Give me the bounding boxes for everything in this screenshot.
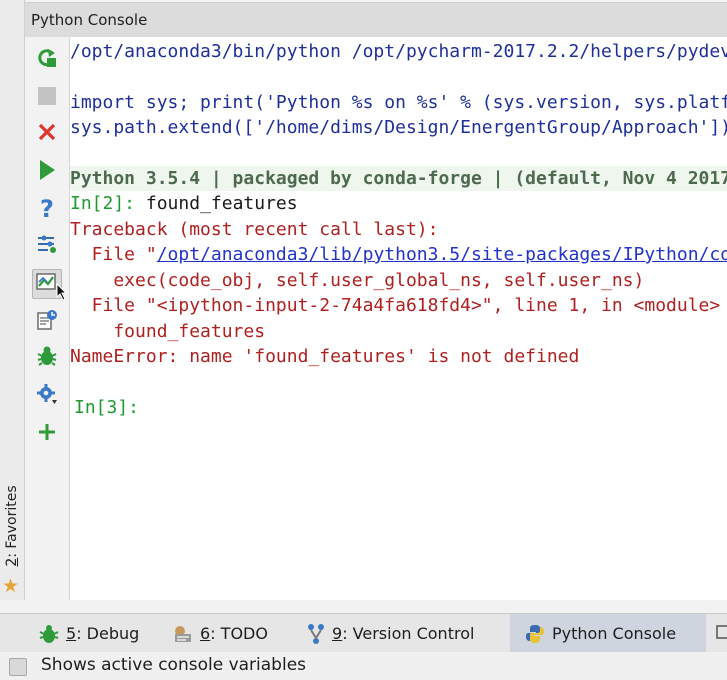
stop-button[interactable] — [32, 83, 62, 113]
input-prompt-prefix: In[2]: — [70, 193, 136, 214]
favorites-tab[interactable]: 2: Favorites ★ — [0, 468, 24, 600]
console-panel-header: Python Console — [25, 2, 727, 38]
execute-icon — [37, 159, 57, 185]
status-message: Shows active console variables — [41, 655, 307, 675]
help-icon: ? — [40, 195, 54, 223]
terminal-icon — [716, 624, 727, 644]
console-startup-line: import sys; print('Python %s on %s' % (s… — [70, 92, 727, 113]
vcs-icon — [306, 623, 326, 645]
python-version-banner: Python 3.5.4 | packaged by conda-forge |… — [70, 166, 727, 191]
print-history-icon — [36, 309, 58, 335]
panel-title: Python Console — [31, 11, 148, 29]
execute-button[interactable] — [32, 157, 62, 187]
console-settings-button[interactable] — [32, 231, 62, 261]
console-input-line: In[2]: found_features — [70, 191, 727, 216]
traceback-code-line: found_features — [70, 321, 266, 342]
traceback-file-line: File "<ipython-input-2-74a4fa618fd4>", l… — [70, 295, 721, 316]
console-toolbar: ? — [25, 37, 70, 613]
input-command: found_features — [135, 193, 298, 214]
tab-debug[interactable]: 5: Debug — [38, 614, 148, 653]
tab-todo[interactable]: 6: TODO — [172, 614, 282, 653]
tool-window-tab-bar: 5: Debug 6: TODO 9: Version Control Pyth… — [0, 613, 727, 654]
tab-version-control[interactable]: 9: Version Control — [306, 614, 502, 653]
traceback-file-line: File "/opt/anaconda3/lib/python3.5/site-… — [70, 242, 727, 267]
rerun-button[interactable] — [32, 45, 62, 75]
close-console-button[interactable] — [32, 119, 62, 149]
star-icon: ★ — [2, 575, 20, 597]
traceback-code-line: exec(code_obj, self.user_global_ns, self… — [70, 270, 645, 291]
left-tool-strip: 2: Favorites ★ — [0, 0, 25, 613]
console-gear-button[interactable] — [32, 381, 62, 411]
settings-console-icon — [36, 233, 58, 259]
status-bar: Shows active console variables — [0, 652, 727, 680]
debug-icon — [36, 345, 58, 371]
favorites-tab-label: 2: Favorites — [4, 485, 20, 567]
tab-overflow[interactable] — [716, 614, 727, 653]
debug-button[interactable] — [32, 343, 62, 373]
add-icon — [37, 422, 57, 446]
python-icon — [524, 623, 546, 645]
new-console-button[interactable] — [32, 419, 62, 449]
gear-icon — [36, 383, 58, 409]
error-message: NameError: name 'found_features' is not … — [70, 346, 580, 367]
bug-icon — [38, 624, 60, 644]
todo-icon — [172, 624, 194, 644]
input-prompt[interactable]: In[3]: — [74, 395, 727, 420]
tool-windows-toggle[interactable] — [9, 658, 27, 676]
console-command-line: /opt/anaconda3/bin/python /opt/pycharm-2… — [70, 41, 727, 62]
show-variables-icon — [36, 272, 58, 296]
help-button[interactable]: ? — [32, 194, 62, 224]
panel-bottom-spacer — [0, 600, 727, 613]
console-output[interactable]: /opt/anaconda3/bin/python /opt/pycharm-2… — [70, 37, 727, 600]
rerun-icon — [36, 47, 58, 73]
mouse-cursor-icon — [56, 282, 68, 305]
stop-icon — [37, 86, 57, 110]
console-startup-line: sys.path.extend(['/home/dims/Design/Ener… — [70, 117, 727, 138]
tab-python-console[interactable]: Python Console — [510, 614, 706, 653]
print-history-button[interactable] — [32, 307, 62, 337]
traceback-file-link[interactable]: /opt/anaconda3/lib/python3.5/site-packag… — [157, 244, 727, 265]
traceback-header: Traceback (most recent call last): — [70, 219, 439, 240]
close-icon — [37, 122, 57, 146]
traceback-file-prefix: File " — [70, 244, 157, 265]
